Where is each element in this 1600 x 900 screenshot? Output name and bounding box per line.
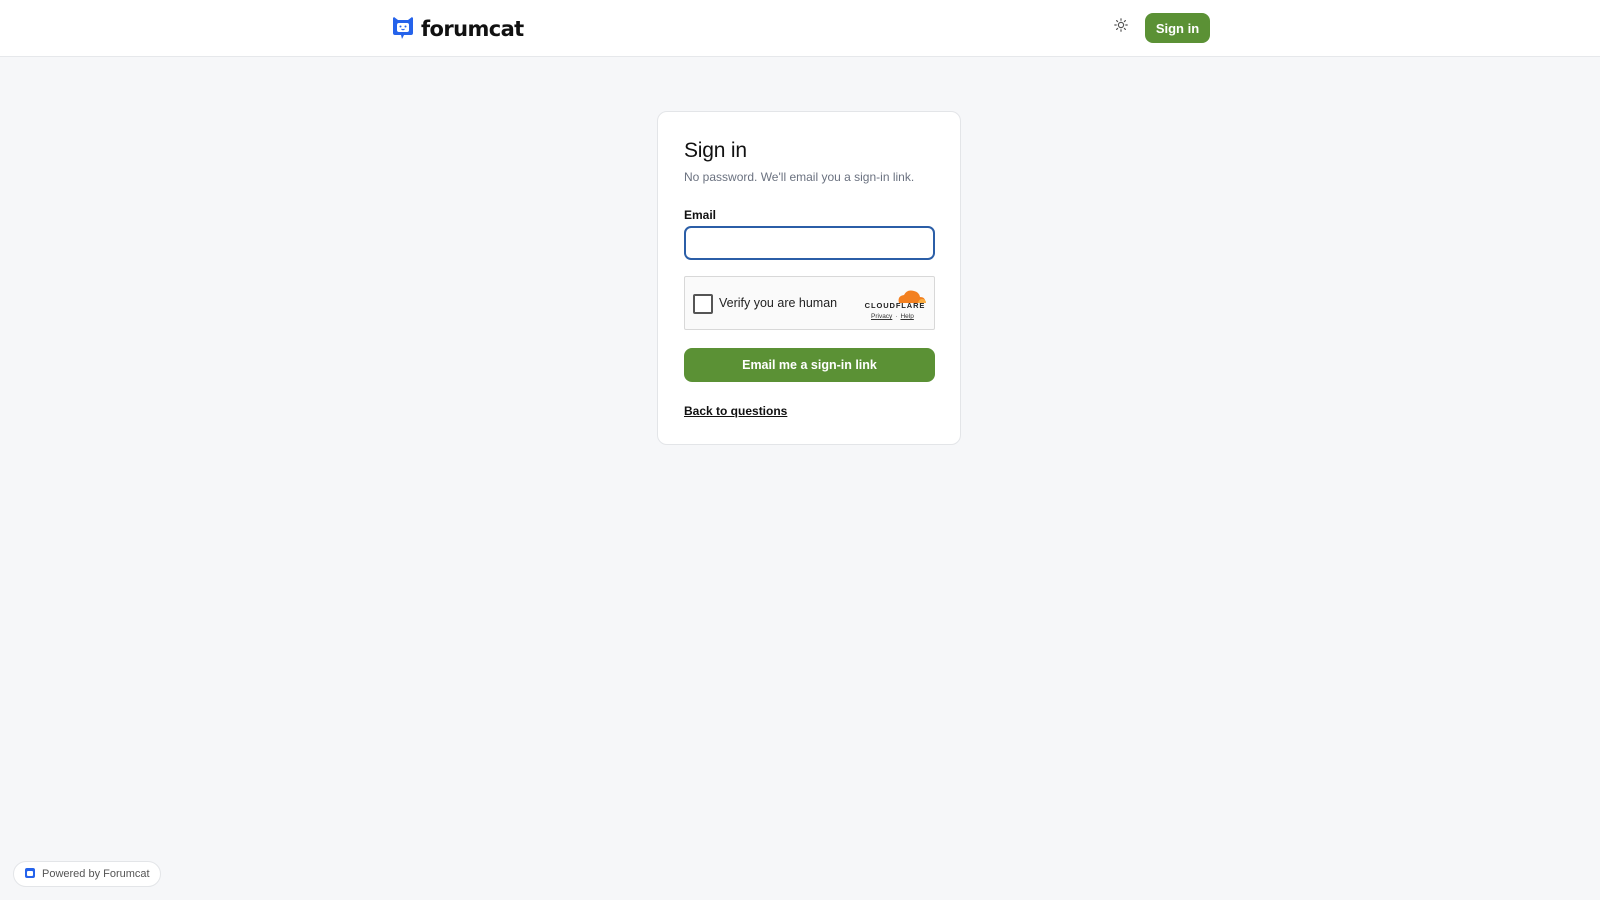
signin-subtitle: No password. We'll email you a sign-in l… [684,170,915,184]
powered-by-text: Powered by Forumcat [42,868,150,880]
sun-icon [1114,17,1128,37]
captcha-label[interactable]: Verify you are human [719,296,837,310]
captcha-checkbox[interactable] [693,294,713,314]
page-title: Sign in [684,139,747,162]
captcha-privacy-link[interactable]: Privacy [871,313,892,320]
email-signin-link-button[interactable]: Email me a sign-in link [684,348,935,382]
cloudflare-brand: CLOUDFLARE [864,301,926,310]
captcha-widget: Verify you are human CLOUDFLARE Privacy … [684,276,935,330]
header-signin-button[interactable]: Sign in [1145,13,1210,43]
forumcat-logo[interactable]: forumcat [391,15,524,43]
powered-by-badge[interactable]: Powered by Forumcat [13,861,161,887]
signin-card: Sign in No password. We'll email you a s… [657,111,961,445]
top-header: forumcat Sign in [0,0,1600,57]
email-input[interactable] [684,226,935,260]
forumcat-small-icon [24,867,36,882]
theme-toggle-button[interactable] [1110,16,1132,38]
cat-chat-icon [391,14,415,45]
back-to-questions-link[interactable]: Back to questions [684,404,787,418]
captcha-link-separator: · [895,313,898,320]
logo-text: forumcat [421,17,524,41]
captcha-help-link[interactable]: Help [900,313,913,320]
captcha-links: Privacy · Help [871,313,914,320]
email-label: Email [684,208,717,222]
